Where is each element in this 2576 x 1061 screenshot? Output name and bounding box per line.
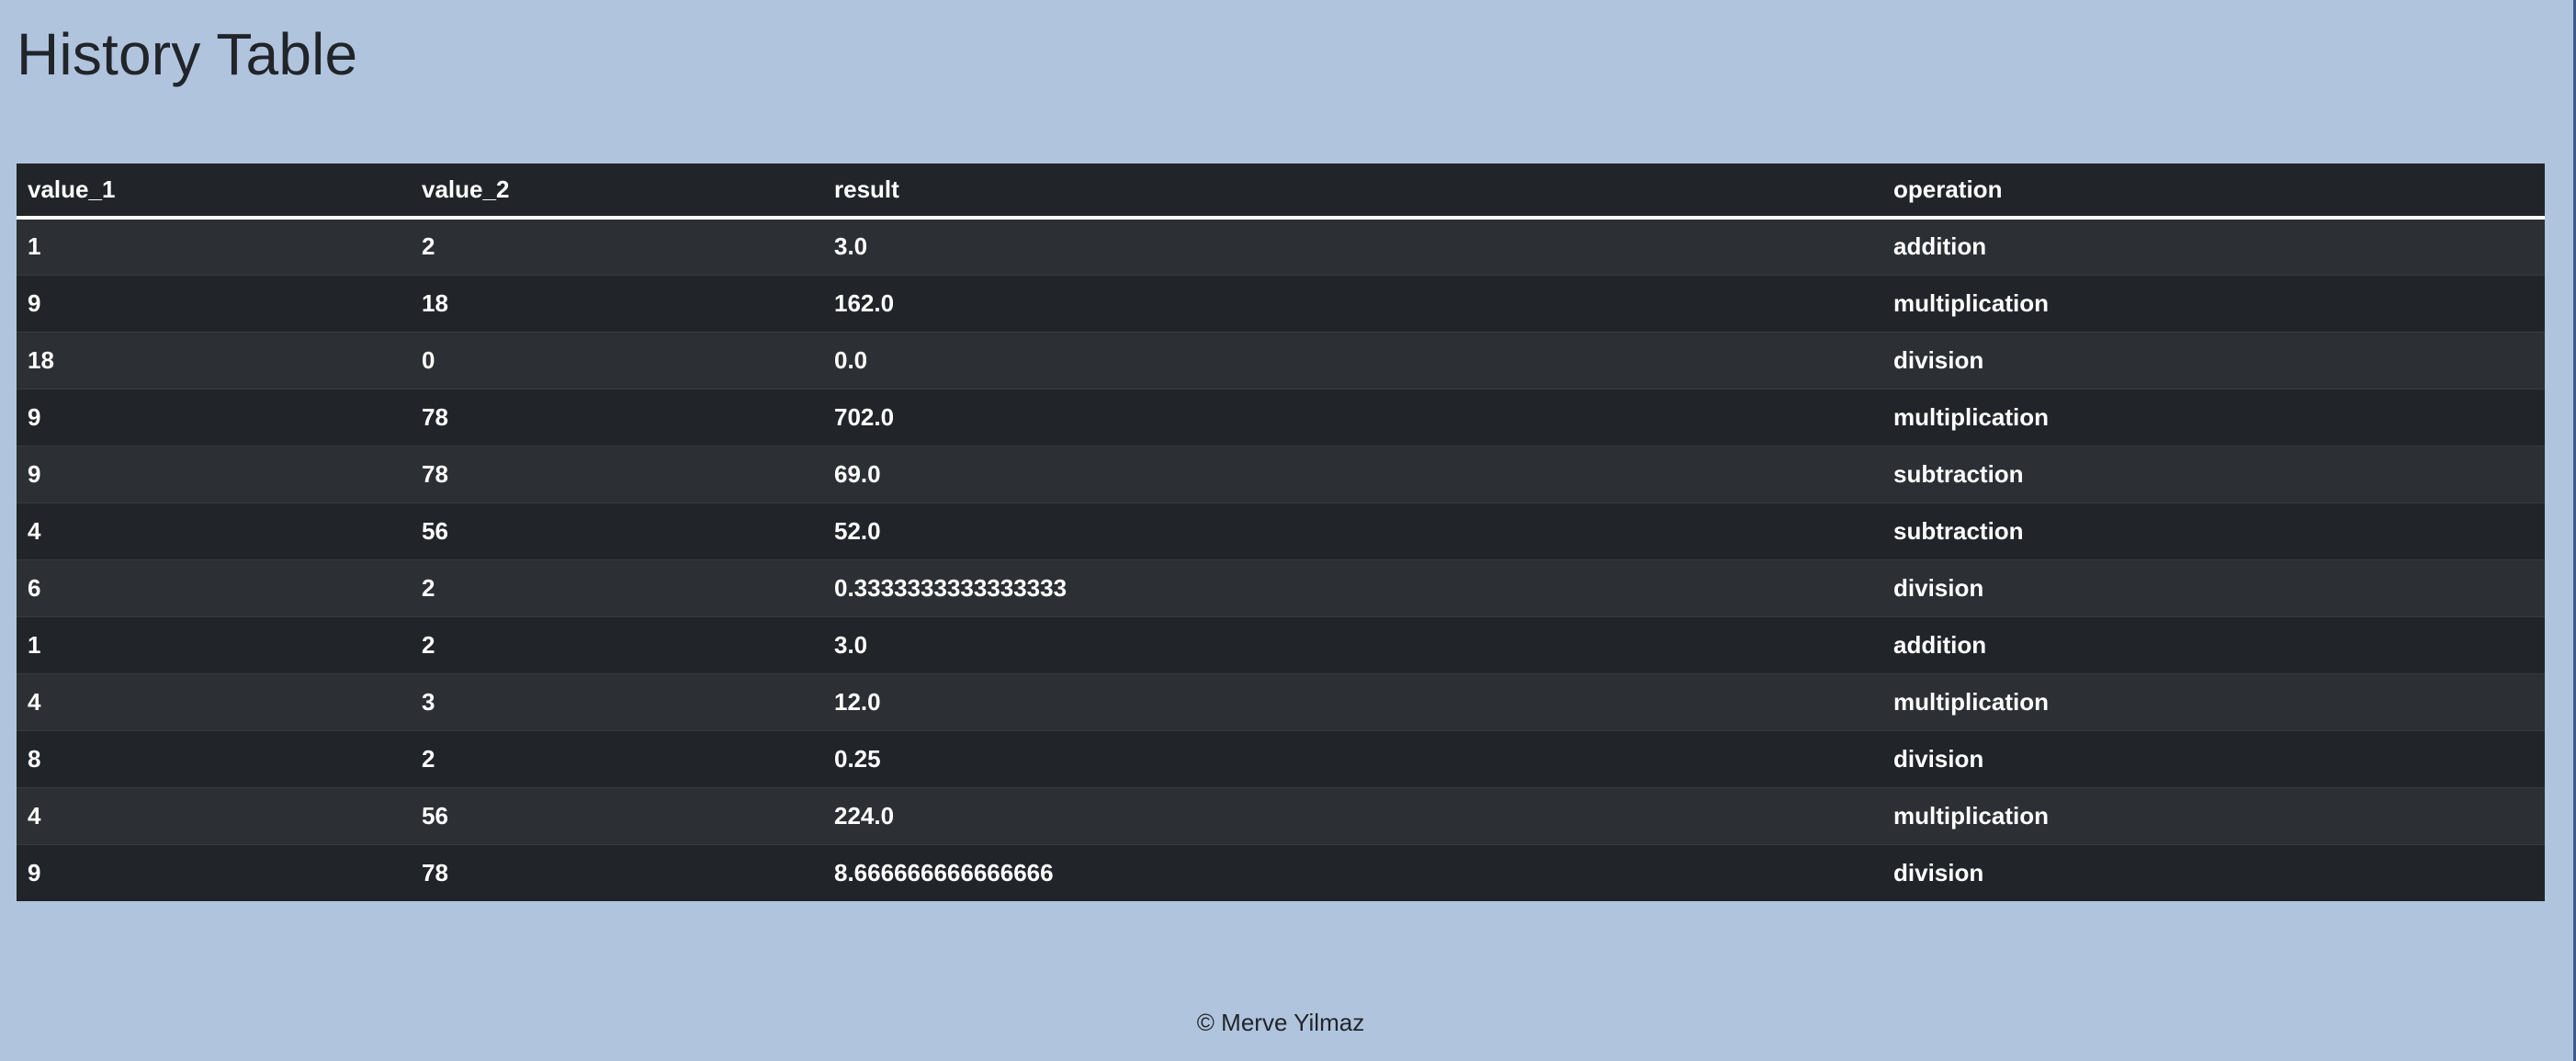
cell-operation: multiplication bbox=[1882, 388, 2545, 446]
cell-value-2: 78 bbox=[411, 388, 823, 446]
cell-operation: subtraction bbox=[1882, 502, 2545, 559]
cell-value-1: 1 bbox=[17, 615, 411, 673]
table-row: 4 56 52.0 subtraction bbox=[17, 502, 2545, 559]
cell-value-1: 4 bbox=[17, 672, 411, 730]
cell-result: 52.0 bbox=[823, 502, 1882, 559]
cell-value-1: 4 bbox=[17, 786, 411, 844]
cell-value-1: 9 bbox=[17, 388, 411, 446]
cell-value-2: 78 bbox=[411, 445, 823, 502]
column-header-value-2: value_2 bbox=[411, 164, 823, 220]
cell-result: 224.0 bbox=[823, 786, 1882, 844]
page-title: History Table bbox=[17, 21, 358, 87]
table-row: 1 2 3.0 addition bbox=[17, 615, 2545, 673]
cell-value-2: 0 bbox=[411, 331, 823, 389]
cell-value-2: 56 bbox=[411, 502, 823, 559]
cell-value-2: 56 bbox=[411, 786, 823, 844]
cell-value-1: 4 bbox=[17, 502, 411, 559]
cell-value-2: 78 bbox=[411, 843, 823, 901]
cell-result: 8.666666666666666 bbox=[823, 843, 1882, 901]
cell-value-2: 2 bbox=[411, 729, 823, 787]
cell-result: 0.25 bbox=[823, 729, 1882, 787]
cell-result: 69.0 bbox=[823, 445, 1882, 502]
cell-result: 162.0 bbox=[823, 274, 1882, 332]
history-table: value_1 value_2 result operation 1 2 3.0… bbox=[17, 164, 2545, 901]
cell-value-2: 3 bbox=[411, 672, 823, 730]
cell-result: 0.3333333333333333 bbox=[823, 559, 1882, 616]
cell-value-1: 6 bbox=[17, 559, 411, 616]
cell-value-2: 2 bbox=[411, 217, 823, 275]
cell-operation: division bbox=[1882, 331, 2545, 389]
footer-copyright: © Merve Yilmaz bbox=[1196, 1009, 1365, 1036]
table-row: 9 78 702.0 multiplication bbox=[17, 388, 2545, 446]
cell-result: 702.0 bbox=[823, 388, 1882, 446]
table-row: 1 2 3.0 addition bbox=[17, 217, 2545, 275]
cell-result: 0.0 bbox=[823, 331, 1882, 389]
cell-result: 12.0 bbox=[823, 672, 1882, 730]
table-row: 4 3 12.0 multiplication bbox=[17, 672, 2545, 730]
table-header: value_1 value_2 result operation bbox=[17, 164, 2545, 220]
cell-value-1: 9 bbox=[17, 445, 411, 502]
cell-operation: multiplication bbox=[1882, 672, 2545, 730]
cell-operation: division bbox=[1882, 843, 2545, 901]
column-header-value-1: value_1 bbox=[17, 164, 411, 220]
cell-result: 3.0 bbox=[823, 615, 1882, 673]
cell-result: 3.0 bbox=[823, 217, 1882, 275]
column-header-operation: operation bbox=[1882, 164, 2545, 220]
table-row: 6 2 0.3333333333333333 division bbox=[17, 559, 2545, 616]
cell-value-1: 9 bbox=[17, 843, 411, 901]
table-body: 1 2 3.0 addition 9 18 162.0 multiplicati… bbox=[17, 217, 2545, 901]
cell-value-2: 2 bbox=[411, 615, 823, 673]
cell-value-2: 2 bbox=[411, 559, 823, 616]
cell-value-1: 9 bbox=[17, 274, 411, 332]
cell-value-1: 1 bbox=[17, 217, 411, 275]
table-row: 4 56 224.0 multiplication bbox=[17, 786, 2545, 844]
cell-operation: multiplication bbox=[1882, 274, 2545, 332]
table-row: 9 78 8.666666666666666 division bbox=[17, 843, 2545, 901]
cell-operation: division bbox=[1882, 729, 2545, 787]
cell-operation: multiplication bbox=[1882, 786, 2545, 844]
cell-value-1: 18 bbox=[17, 331, 411, 389]
cell-operation: division bbox=[1882, 559, 2545, 616]
table-header-row: value_1 value_2 result operation bbox=[17, 164, 2545, 220]
table-row: 8 2 0.25 division bbox=[17, 729, 2545, 787]
cell-operation: subtraction bbox=[1882, 445, 2545, 502]
table-row: 9 78 69.0 subtraction bbox=[17, 445, 2545, 502]
cell-operation: addition bbox=[1882, 217, 2545, 275]
table-row: 18 0 0.0 division bbox=[17, 331, 2545, 389]
column-header-result: result bbox=[823, 164, 1882, 220]
cell-operation: addition bbox=[1882, 615, 2545, 673]
cell-value-1: 8 bbox=[17, 729, 411, 787]
cell-value-2: 18 bbox=[411, 274, 823, 332]
table-row: 9 18 162.0 multiplication bbox=[17, 274, 2545, 332]
